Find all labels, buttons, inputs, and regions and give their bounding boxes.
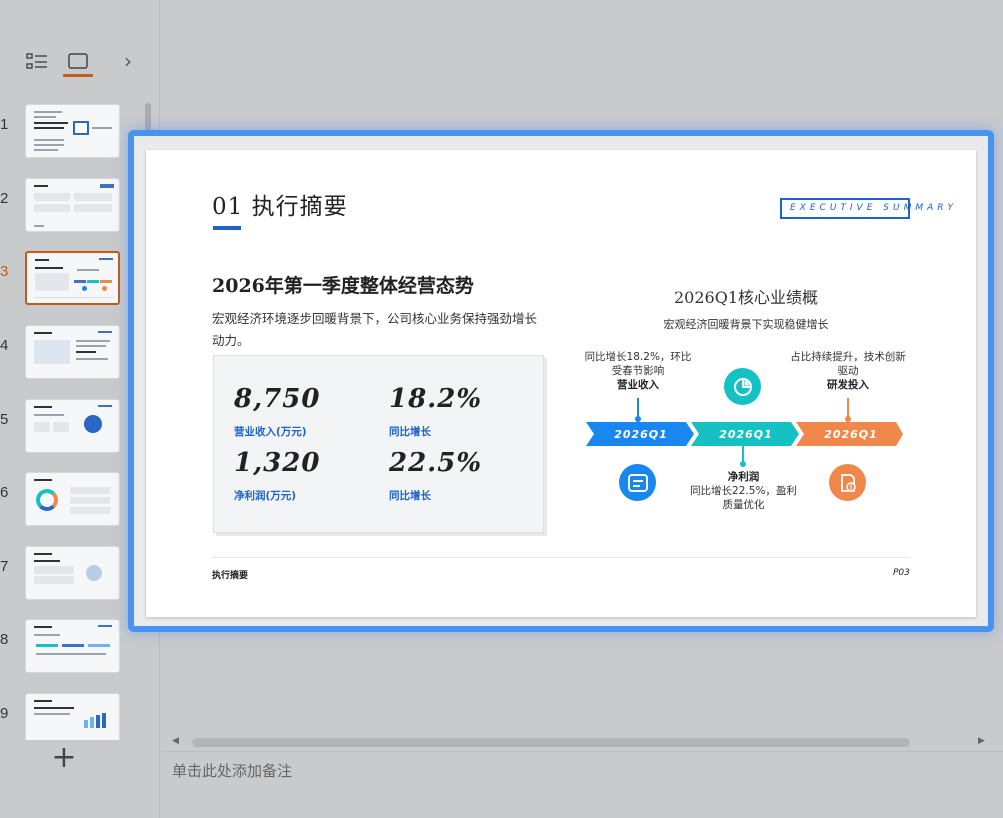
note-text: 同比增长22.5%，盈利质量优化 <box>690 485 797 511</box>
thumbnail-number: 1 <box>0 116 9 133</box>
title-underline <box>213 226 241 230</box>
notes-placeholder[interactable]: 单击此处添加备注 <box>172 760 292 781</box>
collapse-panel-button[interactable]: › <box>116 47 140 75</box>
slide-icon <box>68 53 88 69</box>
stat-profit-label: 净利润(万元) <box>234 490 297 502</box>
performance-subtitle: 宏观经济回暖背景下实现稳健增长 <box>663 318 829 331</box>
stat-profit-growth-value: 22.5% <box>389 448 483 478</box>
timeline-label-1: 2026Q1 <box>614 428 668 441</box>
pie-chart-icon <box>724 368 761 405</box>
list-icon <box>619 464 656 501</box>
slide-title: 01 执行摘要 <box>212 194 348 220</box>
scroll-left-arrow-icon[interactable]: ◀ <box>172 736 179 746</box>
timeline-label-3: 2026Q1 <box>824 428 878 441</box>
timeline-note-1: 同比增长18.2%，环比受春节影响 营业收入 <box>582 350 694 392</box>
thumbnail-row: 9 <box>0 693 150 740</box>
slide-view-button[interactable] <box>63 47 93 77</box>
stat-revenue-value: 8,750 <box>234 384 321 414</box>
slide-thumbnail-9[interactable] <box>25 693 120 740</box>
timeline-note-2: 净利润 同比增长22.5%，盈利质量优化 <box>686 470 801 512</box>
document-dollar-icon <box>829 464 866 501</box>
slide-canvas[interactable]: 01 执行摘要 EXECUTIVE SUMMARY 2026年第一季度整体经营态… <box>146 150 976 617</box>
note-text: 同比增长18.2%，环比受春节影响 <box>584 351 692 377</box>
thumbnail-number: 6 <box>0 484 9 501</box>
slide-thumbnail-5[interactable] <box>25 399 120 453</box>
stat-revenue-growth-value: 18.2% <box>389 384 483 414</box>
thumbnail-number: 5 <box>0 411 9 428</box>
slide-thumbnail-1[interactable] <box>25 104 120 158</box>
add-slide-button[interactable]: + <box>50 742 78 774</box>
stat-revenue-growth-label: 同比增长 <box>389 426 431 438</box>
footer-divider <box>212 557 910 558</box>
note-title: 营业收入 <box>617 379 659 391</box>
performance-title: 2026Q1核心业绩概 <box>673 288 819 307</box>
plus-icon: + <box>51 740 77 775</box>
slide-thumbnail-6[interactable] <box>25 472 120 526</box>
timeline-dot-2 <box>740 461 746 467</box>
outline-view-button[interactable] <box>22 47 52 75</box>
stat-profit-value: 1,320 <box>234 448 321 478</box>
slide-thumbnail-2[interactable] <box>25 178 120 232</box>
horizontal-scrollbar[interactable] <box>192 738 910 747</box>
slide-thumbnail-3[interactable] <box>25 251 120 305</box>
thumbnail-number: 8 <box>0 631 9 648</box>
timeline-arrows: 2026Q1 2026Q1 2026Q1 <box>586 422 903 446</box>
timeline-note-3: 占比持续提升，技术创新驱动 研发投入 <box>788 350 908 392</box>
slide-thumbnail-7[interactable] <box>25 546 120 600</box>
footer-section: 执行摘要 <box>212 571 249 581</box>
thumbnail-number: 7 <box>0 558 9 575</box>
note-title: 净利润 <box>727 471 760 483</box>
slide-thumbnail-8[interactable] <box>25 619 120 673</box>
thumbnail-number: 4 <box>0 337 9 354</box>
stat-profit-growth-label: 同比增长 <box>389 490 431 502</box>
timeline-label-2: 2026Q1 <box>719 428 773 441</box>
stats-card: 8,750 营业收入(万元) 18.2% 同比增长 1,320 净利润(万元) … <box>213 355 544 533</box>
page-number: P03 <box>893 568 910 578</box>
thumbnail-number: 9 <box>0 705 9 722</box>
thumbnail-number: 2 <box>0 190 9 207</box>
stat-revenue-label: 营业收入(万元) <box>234 426 307 438</box>
section-tag: EXECUTIVE SUMMARY <box>790 203 958 213</box>
note-text: 占比持续提升，技术创新驱动 <box>790 351 906 377</box>
note-title: 研发投入 <box>827 379 869 391</box>
chevron-right-icon: › <box>124 49 132 73</box>
thumbnail-number: 3 <box>0 263 9 280</box>
outline-icon <box>26 53 47 69</box>
scroll-right-arrow-icon[interactable]: ▶ <box>978 736 985 746</box>
intro-text: 宏观经济环境逐步回暖背景下，公司核心业务保持强劲增长动力。 <box>212 311 538 348</box>
slide-thumbnail-4[interactable] <box>25 325 120 379</box>
section-subtitle: 2026年第一季度整体经营态势 <box>212 275 474 297</box>
